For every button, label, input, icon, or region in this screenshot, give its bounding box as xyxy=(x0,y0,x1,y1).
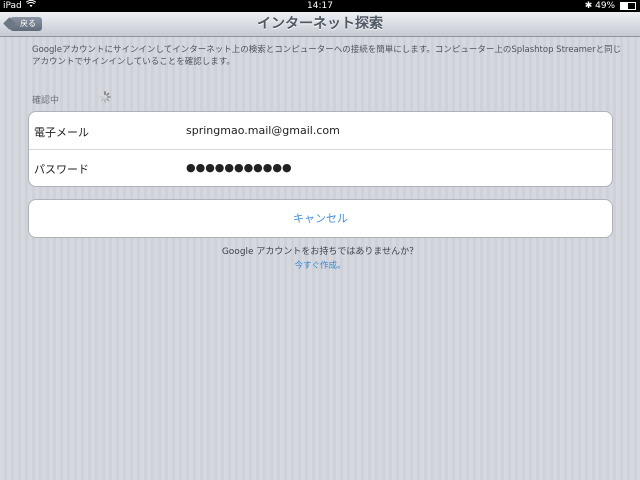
battery-percent: 49% xyxy=(595,1,616,11)
password-row[interactable]: パスワード ●●●●●●●●●●● xyxy=(29,149,612,186)
bluetooth-icon: ✱ xyxy=(584,1,593,11)
navigation-bar: 戻る インターネット探索 xyxy=(0,12,640,37)
battery-fill xyxy=(621,2,628,9)
status-time: 14:17 xyxy=(307,1,333,11)
email-field[interactable]: springmao.mail@gmail.com xyxy=(186,124,340,137)
no-account-prompt: Google アカウントをお持ちではありませんか？ xyxy=(221,247,419,257)
cancel-button[interactable]: キャンセル xyxy=(28,199,613,238)
spinner-icon xyxy=(99,91,111,103)
sign-in-description: Googleアカウントにサインインしてインターネット上の検索とコンピューターへの… xyxy=(32,45,622,67)
password-label: パスワード xyxy=(34,163,89,176)
verifying-label: 確認中 xyxy=(32,96,60,106)
email-label: 電子メール xyxy=(34,126,89,139)
sign-in-form: 電子メール springmao.mail@gmail.com パスワード ●●●… xyxy=(28,111,613,187)
status-right: ✱ 49% xyxy=(585,0,636,12)
status-bar: iPad 14:17 ✱ 49% xyxy=(0,0,640,12)
battery-icon xyxy=(620,1,636,10)
create-account-link[interactable]: 今すぐ作成。 xyxy=(0,259,640,271)
password-field[interactable]: ●●●●●●●●●●● xyxy=(186,161,292,174)
email-row[interactable]: 電子メール springmao.mail@gmail.com xyxy=(29,112,612,150)
page-title: インターネット探索 xyxy=(257,16,383,32)
